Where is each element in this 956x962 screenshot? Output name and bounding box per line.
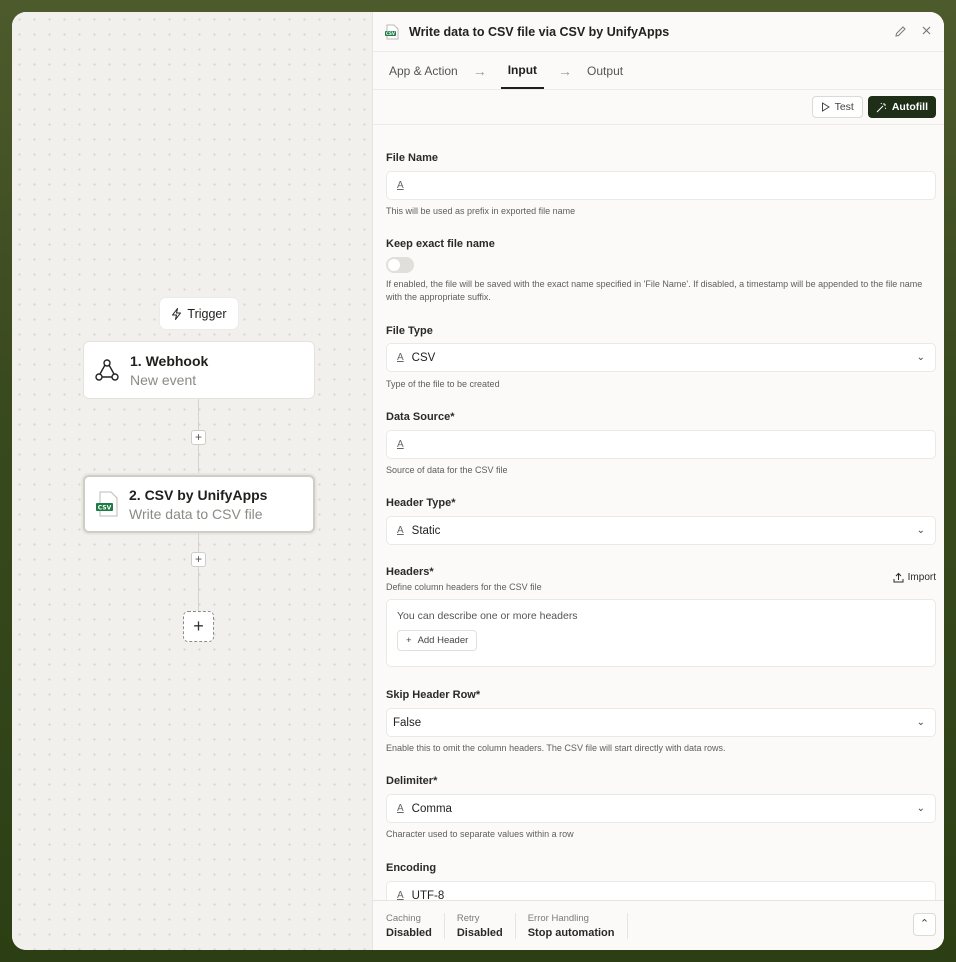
close-icon[interactable] [921,25,932,36]
tab-app-action[interactable]: App & Action [388,52,459,89]
node-title: 1. Webhook [130,352,209,369]
step-tabs: App & Action → Input → Output [373,52,944,90]
text-type-icon: A [397,439,404,450]
error-handling-setting[interactable]: Error Handling Stop automation [527,912,628,939]
node-subtitle: New event [130,371,197,388]
header-type-label: Header Type* [386,497,456,509]
text-type-icon: A [397,352,404,363]
delimiter-value: Comma [411,802,452,815]
import-button[interactable]: Import [893,572,936,583]
autofill-label: Autofill [891,101,928,113]
skip-header-label: Skip Header Row* [386,689,481,701]
chevron-up-icon[interactable]: ⌃ [913,913,936,936]
tab-input[interactable]: Input [500,52,545,89]
headers-hint: You can describe one or more headers [397,610,578,622]
keep-exact-label: Keep exact file name [386,238,495,250]
file-name-help: This will be used as prefix in exported … [386,206,576,216]
caching-setting[interactable]: Caching Disabled [386,912,445,939]
text-type-icon: A [397,180,404,191]
magic-wand-icon [876,102,887,112]
headers-editor: You can describe one or more headers + A… [386,599,936,667]
connector-line [198,445,199,475]
node-csv[interactable]: CSV 2. CSV by UnifyApps Write data to CS… [83,475,315,533]
csv-file-icon: CSV [96,491,118,517]
data-source-input[interactable]: A [386,430,936,459]
add-header-button[interactable]: + Add Header [397,630,478,651]
file-type-help: Type of the file to be created [386,379,500,389]
play-icon [821,102,830,112]
node-subtitle: Write data to CSV file [129,505,263,522]
input-form: File Name A This will be used as prefix … [373,126,944,900]
chevron-down-icon: ⌄ [916,717,925,728]
webhook-icon [95,359,119,381]
text-type-icon: A [397,525,404,536]
error-handling-value: Stop automation [527,926,615,939]
caching-value: Disabled [386,926,432,939]
panel-title: Write data to CSV file via CSV by UnifyA… [409,24,670,39]
skip-header-help: Enable this to omit the column headers. … [386,743,726,753]
file-type-value: CSV [411,351,436,364]
panel-toolbar: Test Autofill [373,90,944,125]
bolt-icon [172,307,182,320]
delimiter-select[interactable]: A Comma ⌄ [386,794,936,823]
trigger-label: Trigger [187,306,227,321]
retry-label: Retry [456,912,480,924]
step-config-panel: CSV Write data to CSV file via CSV by Un… [372,12,944,950]
chevron-down-icon: ⌄ [916,352,925,363]
panel-footer: Caching Disabled Retry Disabled Error Ha… [373,900,944,950]
data-source-help: Source of data for the CSV file [386,465,508,475]
error-handling-label: Error Handling [527,912,589,924]
encoding-input[interactable]: A UTF-8 [386,881,936,900]
node-title: 2. CSV by UnifyApps [129,486,268,503]
delimiter-label: Delimiter* [386,775,438,787]
file-type-select[interactable]: A CSV ⌄ [386,343,936,372]
trigger-button[interactable]: Trigger [160,298,238,329]
app-frame: Trigger 1. Webhook New event + CSV 2. CS… [12,12,944,950]
encoding-label: Encoding [386,862,437,874]
test-label: Test [834,101,854,113]
chevron-down-icon: ⌄ [916,803,925,814]
skip-header-select[interactable]: False ⌄ [386,708,936,737]
panel-header: CSV Write data to CSV file via CSV by Un… [373,12,944,52]
tab-output[interactable]: Output [586,52,624,89]
arrow-right-icon: → [558,62,573,79]
workflow-canvas[interactable]: Trigger 1. Webhook New event + CSV 2. CS… [12,12,372,950]
csv-badge-text: CSV [386,31,396,36]
data-source-label: Data Source* [386,411,455,423]
keep-exact-help: If enabled, the file will be saved with … [386,279,923,302]
plus-icon: + [406,635,412,646]
skip-header-value: False [393,716,422,729]
add-step-button[interactable]: + [191,430,206,445]
upload-icon [893,572,904,583]
connector-line [198,533,199,611]
arrow-right-icon: → [472,62,487,79]
file-name-label: File Name [386,152,438,164]
text-type-icon: A [397,803,404,814]
test-button[interactable]: Test [811,96,863,118]
file-name-input[interactable]: A [386,171,936,200]
delimiter-help: Character used to separate values within… [386,829,574,839]
chevron-down-icon: ⌄ [916,525,925,536]
node-webhook[interactable]: 1. Webhook New event [83,341,315,399]
caching-label: Caching [386,912,421,924]
edit-icon[interactable] [894,25,907,38]
retry-value: Disabled [456,926,503,939]
header-type-select[interactable]: A Static ⌄ [386,516,936,545]
text-type-icon: A [397,890,404,900]
import-label: Import [907,572,936,583]
encoding-value: UTF-8 [411,889,445,901]
autofill-button[interactable]: Autofill [867,96,936,118]
csv-badge-text: CSV [98,504,112,511]
retry-setting[interactable]: Retry Disabled [456,912,516,939]
csv-app-icon: CSV [385,24,399,39]
keep-exact-toggle[interactable] [386,257,414,273]
headers-help: Define column headers for the CSV file [386,582,542,592]
add-node-button[interactable]: + [183,611,214,642]
headers-label: Headers* [386,566,434,578]
header-type-value: Static [411,524,441,537]
add-step-button[interactable]: + [191,552,206,567]
add-header-label: Add Header [417,635,469,646]
file-type-label: File Type [386,325,433,337]
